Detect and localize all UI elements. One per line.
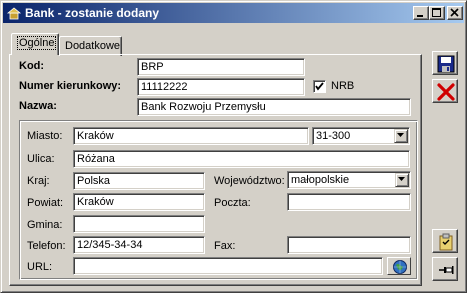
title-bar[interactable]: Bank - zostanie dodany xyxy=(3,3,464,23)
tab-dodatkowe[interactable]: Dodatkowe xyxy=(59,36,122,56)
powiat-input[interactable]: Kraków xyxy=(73,193,205,211)
cancel-button[interactable] xyxy=(432,79,458,103)
floppy-disk-icon xyxy=(437,55,455,73)
minimize-button[interactable] xyxy=(413,6,429,20)
wojewodztwo-label: Województwo: xyxy=(214,175,285,187)
fax-label: Fax: xyxy=(214,240,236,252)
wojewodztwo-dropdown-button[interactable] xyxy=(395,173,409,187)
save-button[interactable] xyxy=(432,51,458,75)
close-icon xyxy=(450,8,459,17)
nrb-label: NRB xyxy=(331,80,355,92)
chevron-down-icon xyxy=(397,133,404,137)
miasto-label: Miasto: xyxy=(27,130,63,142)
red-x-icon xyxy=(437,83,455,101)
kod-pocztowy-value: 31-300 xyxy=(316,130,351,142)
numer-kierunkowy-label: Numer kierunkowy: xyxy=(19,80,122,92)
attachment-button[interactable] xyxy=(432,229,458,253)
gmina-label: Gmina: xyxy=(27,219,63,231)
telefon-label: Telefon: xyxy=(27,240,66,252)
nazwa-input[interactable]: Bank Rozwoju Przemysłu xyxy=(137,98,411,116)
kod-label: Kod: xyxy=(19,60,45,72)
nazwa-label: Nazwa: xyxy=(19,100,57,112)
poczta-input[interactable] xyxy=(287,193,411,211)
nrb-checkbox[interactable] xyxy=(313,80,326,93)
powiat-label: Powiat: xyxy=(27,197,64,209)
wojewodztwo-value: małopolskie xyxy=(291,174,350,186)
gmina-input[interactable] xyxy=(73,215,205,233)
bank-icon xyxy=(6,7,22,20)
pin-button[interactable] xyxy=(432,257,458,281)
checkmark-icon xyxy=(315,82,324,91)
tab-dodatkowe-label: Dodatkowe xyxy=(65,40,121,52)
maximize-button[interactable] xyxy=(429,6,445,20)
dialog-window: Bank - zostanie dodany Ogólne Dodatkowe … xyxy=(0,0,467,293)
kod-pocztowy-combo[interactable]: 31-300 xyxy=(312,127,410,145)
url-label: URL: xyxy=(27,261,53,273)
kod-pocztowy-dropdown-button[interactable] xyxy=(394,129,408,143)
ulica-input[interactable]: Różana xyxy=(73,150,410,168)
ulica-label: Ulica: xyxy=(27,153,55,165)
numer-kierunkowy-input[interactable]: 11112222 xyxy=(137,78,305,96)
fax-input[interactable] xyxy=(287,236,411,254)
url-input[interactable] xyxy=(73,257,383,275)
kraj-label: Kraj: xyxy=(27,175,50,187)
miasto-input[interactable]: Kraków xyxy=(73,127,309,145)
maximize-icon xyxy=(432,8,441,17)
tab-ogolne[interactable]: Ogólne xyxy=(11,33,59,55)
open-url-button[interactable] xyxy=(387,257,411,275)
telefon-input[interactable]: 12/345-34-34 xyxy=(73,236,205,254)
pushpin-icon xyxy=(439,266,454,274)
close-button[interactable] xyxy=(447,6,463,20)
globe-icon xyxy=(393,260,407,274)
wojewodztwo-combo[interactable]: małopolskie xyxy=(287,171,411,189)
chevron-down-icon xyxy=(398,177,405,181)
kraj-input[interactable]: Polska xyxy=(73,172,205,190)
tab-ogolne-label: Ogólne xyxy=(17,36,57,50)
kod-input[interactable]: BRP xyxy=(137,58,305,76)
minimize-icon xyxy=(417,15,423,17)
poczta-label: Poczta: xyxy=(214,197,251,209)
clipboard-icon xyxy=(439,233,453,251)
window-title: Bank - zostanie dodany xyxy=(25,6,160,20)
